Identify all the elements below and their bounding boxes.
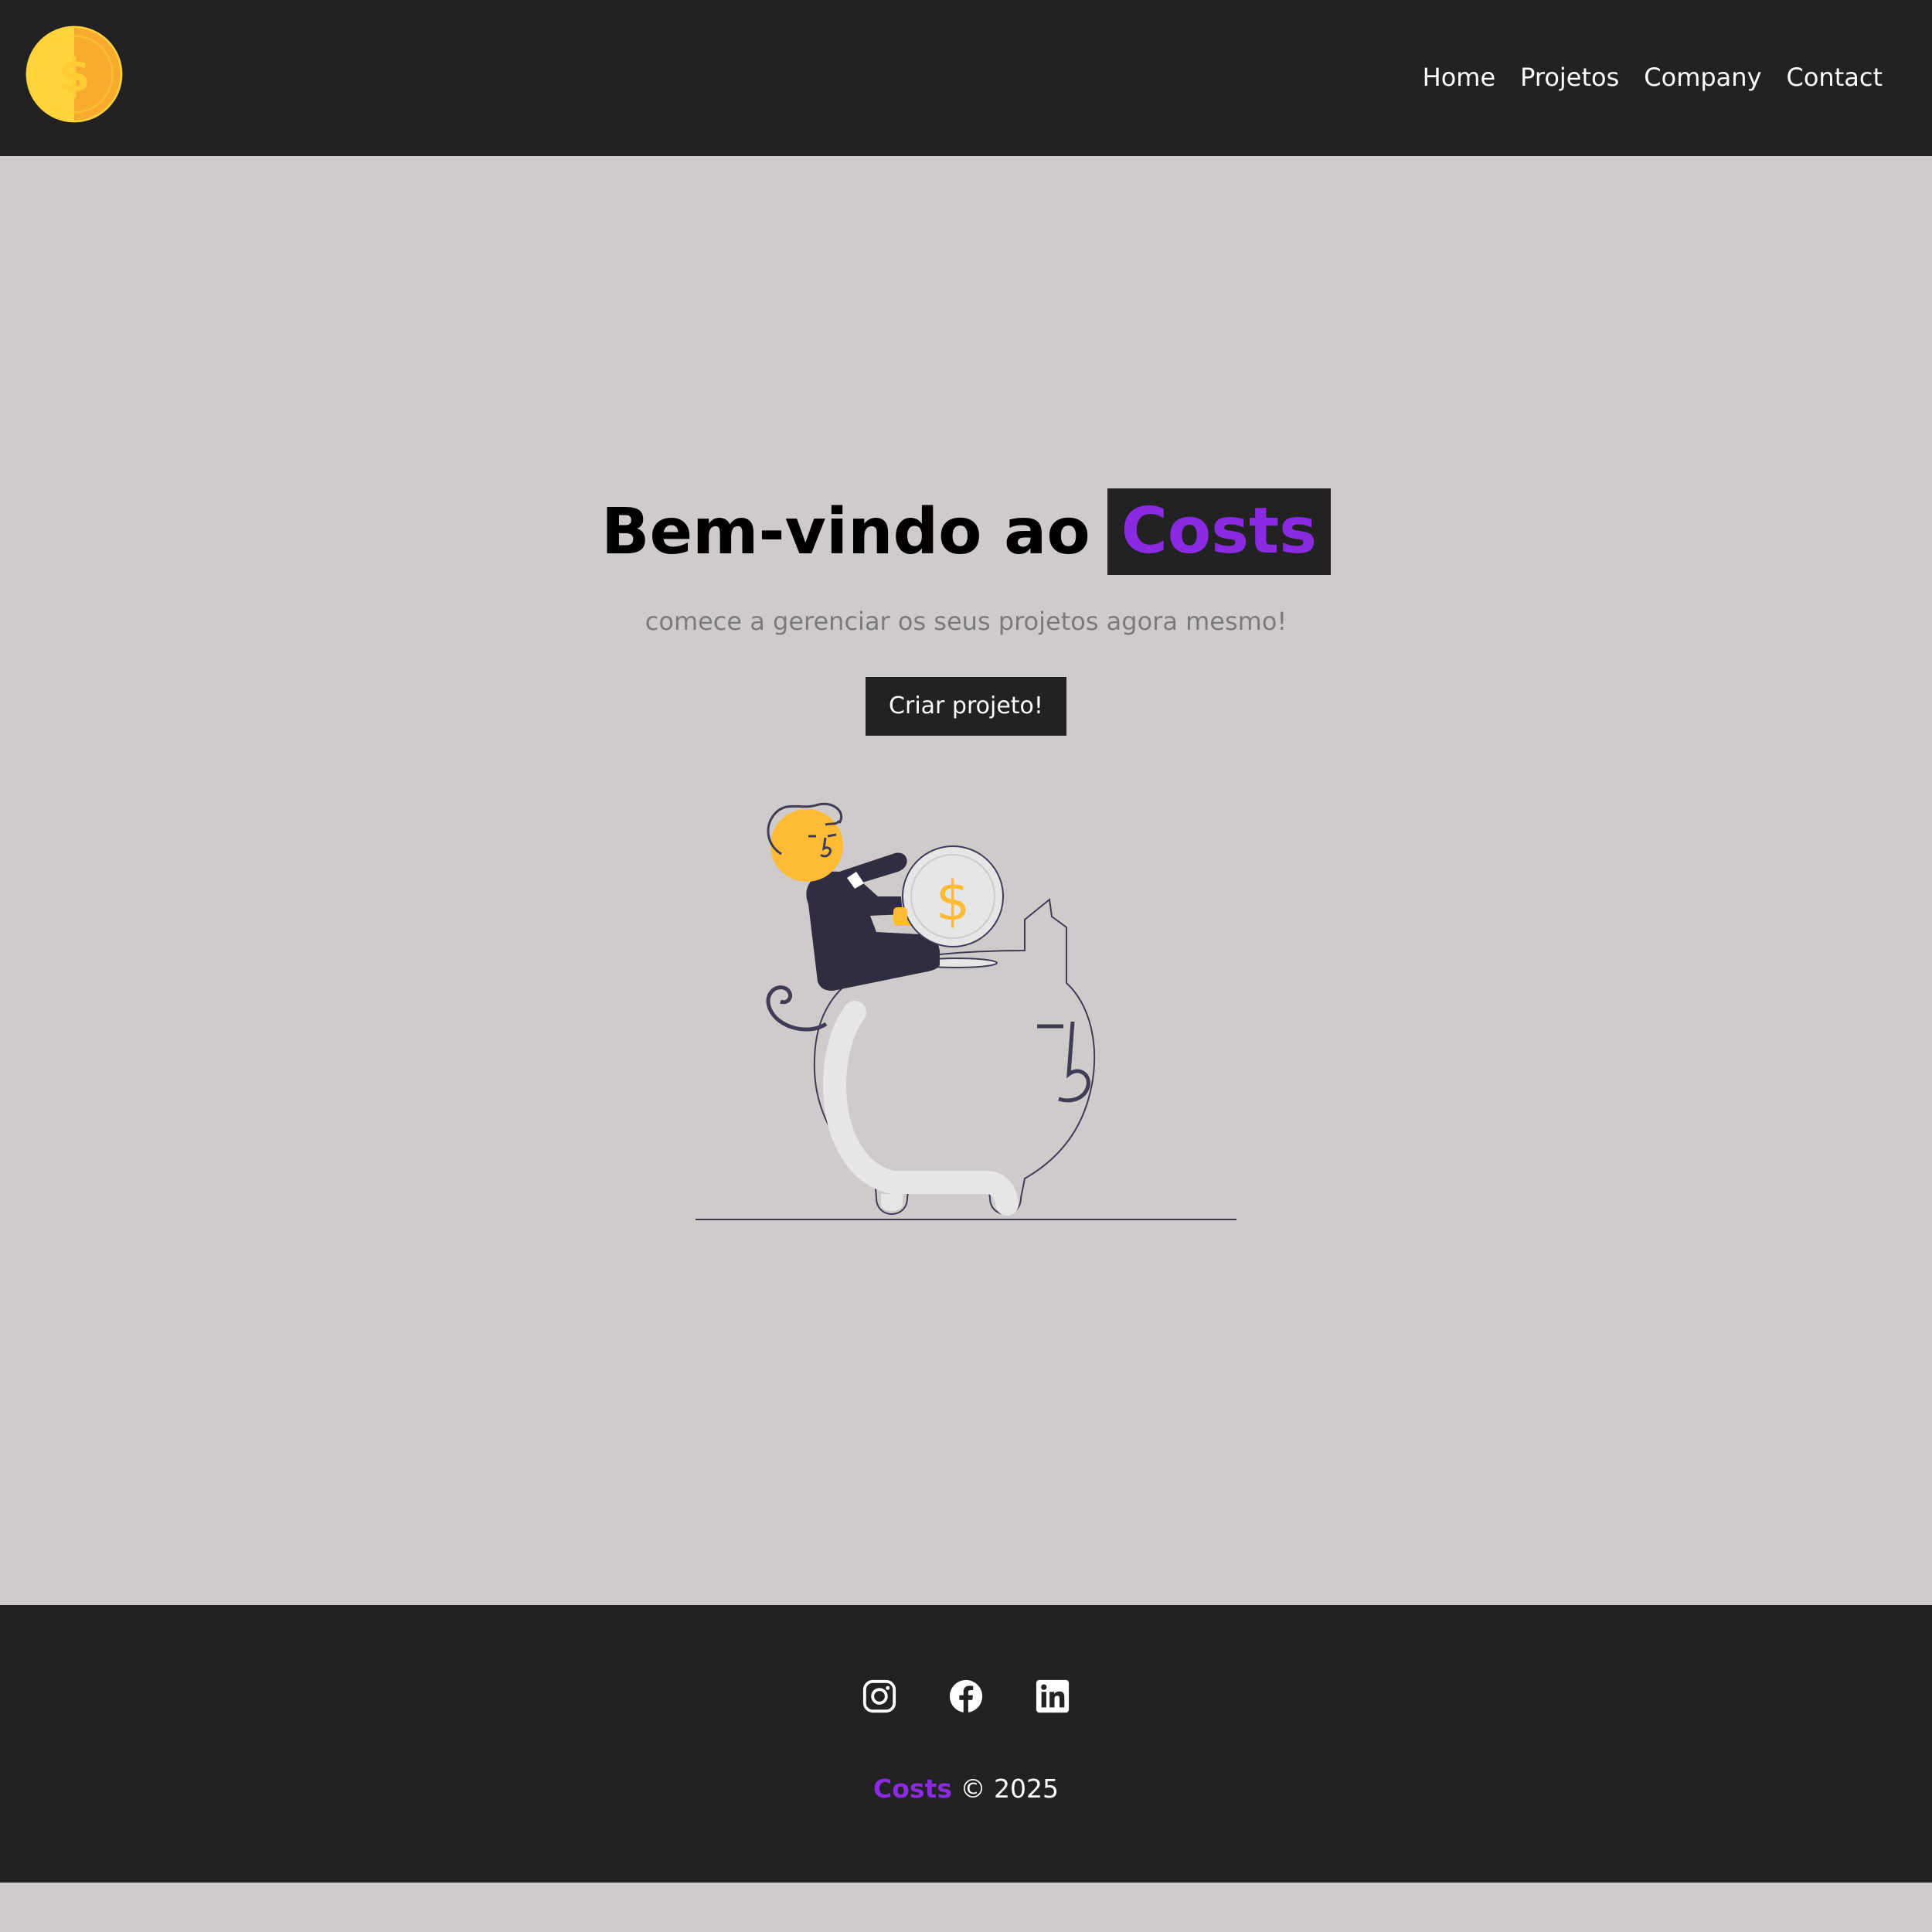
navbar: $ Home Projetos Company Contact (0, 0, 1932, 156)
piggy-bank-illustration: $ (696, 802, 1236, 1220)
linkedin-icon[interactable] (1035, 1679, 1070, 1714)
nav-link-company[interactable]: Company (1644, 62, 1761, 93)
nav-link-home[interactable]: Home (1423, 62, 1496, 93)
hero-title-prefix: Bem-vindo ao (600, 495, 1090, 569)
hero-title: Bem-vindo ao Costs (0, 488, 1932, 575)
facebook-icon[interactable] (948, 1679, 984, 1714)
copyright: Costs © 2025 (0, 1774, 1932, 1804)
hero-subtitle: comece a gerenciar os seus projetos agor… (645, 607, 1287, 636)
create-project-button[interactable]: Criar projeto! (866, 677, 1066, 736)
hero-title-brand: Costs (1107, 488, 1332, 575)
copyright-text: © 2025 (960, 1774, 1059, 1804)
nav-links: Home Projetos Company Contact (1423, 62, 1883, 93)
nav-link-contact[interactable]: Contact (1787, 62, 1883, 93)
dollar-coin-icon[interactable]: $ (24, 24, 124, 124)
svg-text:$: $ (936, 869, 971, 933)
social-links (0, 1679, 1932, 1714)
svg-text:$: $ (58, 49, 90, 103)
footer: Costs © 2025 (0, 1605, 1932, 1883)
footer-brand: Costs (873, 1774, 952, 1804)
nav-link-projetos[interactable]: Projetos (1520, 62, 1619, 93)
instagram-icon[interactable] (862, 1679, 897, 1714)
